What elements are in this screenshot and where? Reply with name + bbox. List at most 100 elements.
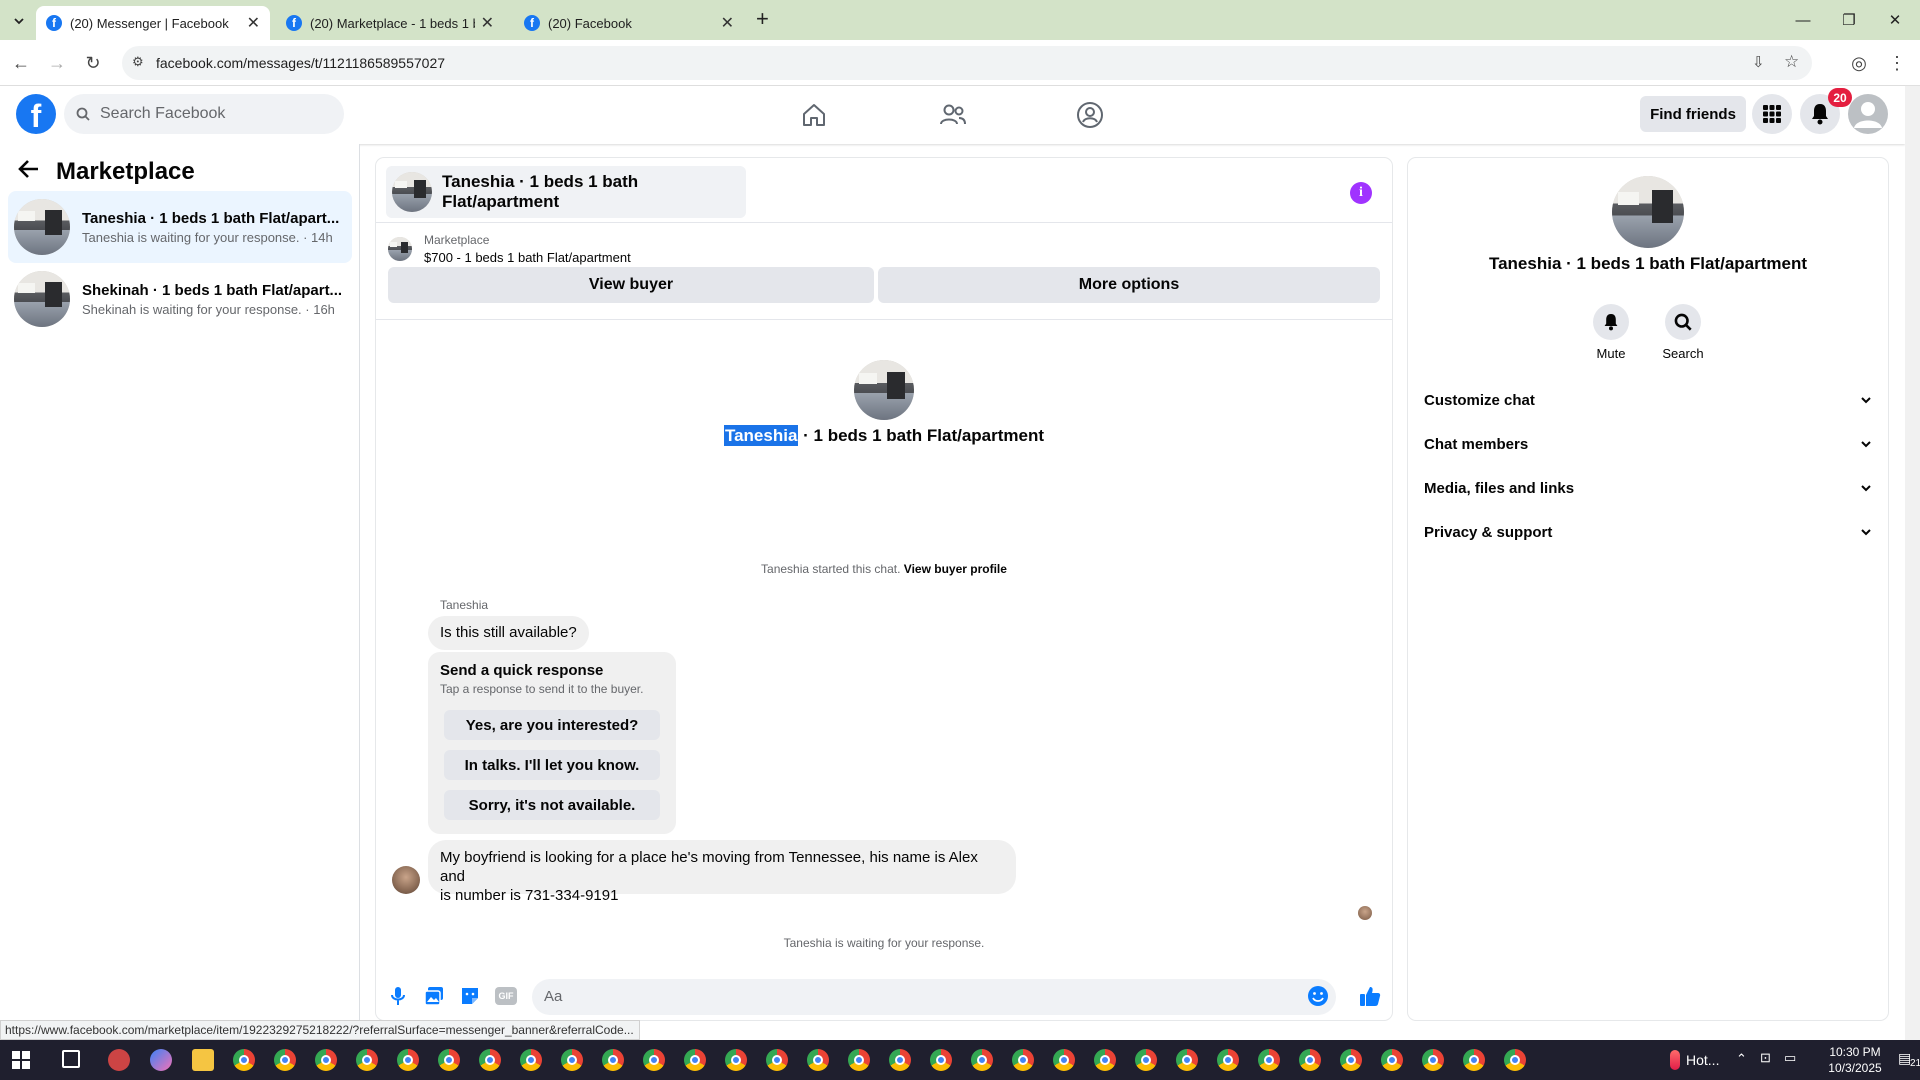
- chrome-taskbar-icon[interactable]: [233, 1049, 255, 1071]
- chrome-taskbar-icon[interactable]: [930, 1049, 952, 1071]
- new-tab-button[interactable]: +: [756, 6, 769, 32]
- menu-grid-button[interactable]: [1752, 94, 1792, 134]
- chrome-taskbar-icon[interactable]: [1381, 1049, 1403, 1071]
- tab-title: (20) Messenger | Facebook: [70, 15, 229, 31]
- quick-response-option[interactable]: Yes, are you interested?: [444, 710, 660, 740]
- chrome-taskbar-icon[interactable]: [1504, 1049, 1526, 1071]
- chat-header[interactable]: Taneshia · 1 beds 1 bath Flat/apartment: [386, 166, 746, 218]
- listing-link[interactable]: $700 - 1 beds 1 bath Flat/apartment: [424, 250, 631, 265]
- mute-action[interactable]: Mute: [1576, 304, 1646, 361]
- chrome-taskbar-icon[interactable]: [1217, 1049, 1239, 1071]
- photo-icon[interactable]: [422, 984, 446, 1008]
- tray-chevron-icon[interactable]: ⌃: [1736, 1051, 1747, 1067]
- chrome-taskbar-icon[interactable]: [1258, 1049, 1280, 1071]
- customize-chat-row[interactable]: Customize chat: [1424, 380, 1872, 420]
- microphone-icon[interactable]: [386, 984, 410, 1008]
- copilot-icon[interactable]: [150, 1049, 172, 1071]
- quick-response-option[interactable]: In talks. I'll let you know.: [444, 750, 660, 780]
- chrome-taskbar-icon[interactable]: [1176, 1049, 1198, 1071]
- facebook-search-input[interactable]: Search Facebook: [64, 94, 344, 134]
- sticker-icon[interactable]: [458, 984, 482, 1008]
- close-tab-icon[interactable]: ✕: [247, 13, 260, 33]
- network-icon[interactable]: ⊡: [1760, 1050, 1771, 1066]
- chrome-taskbar-icon[interactable]: [971, 1049, 993, 1071]
- address-bar[interactable]: ⚙ facebook.com/messages/t/11211865895570…: [122, 46, 1812, 80]
- reload-button[interactable]: ↻: [80, 50, 106, 76]
- emoji-icon[interactable]: [1306, 984, 1330, 1008]
- start-button[interactable]: [12, 1051, 30, 1074]
- media-files-links-row[interactable]: Media, files and links: [1424, 468, 1872, 508]
- chrome-taskbar-icon[interactable]: [807, 1049, 829, 1071]
- chrome-taskbar-icon[interactable]: [274, 1049, 296, 1071]
- browser-tab-facebook[interactable]: f (20) Facebook ✕: [514, 6, 744, 40]
- facebook-logo[interactable]: f: [16, 94, 56, 134]
- more-options-button[interactable]: More options: [878, 267, 1380, 303]
- forward-button[interactable]: →: [44, 50, 70, 76]
- weather-icon[interactable]: [1670, 1050, 1680, 1070]
- tab-search-button[interactable]: [8, 10, 30, 32]
- back-button[interactable]: ←: [8, 50, 34, 76]
- privacy-support-row[interactable]: Privacy & support: [1424, 512, 1872, 552]
- chrome-taskbar-icon[interactable]: [1463, 1049, 1485, 1071]
- close-window-button[interactable]: ✕: [1872, 8, 1918, 32]
- minimize-button[interactable]: —: [1780, 8, 1826, 32]
- account-avatar[interactable]: [1848, 94, 1888, 134]
- thumbs-up-icon[interactable]: [1358, 984, 1382, 1008]
- chrome-taskbar-icon[interactable]: [602, 1049, 624, 1071]
- chrome-taskbar-icon[interactable]: [766, 1049, 788, 1071]
- quick-response-option[interactable]: Sorry, it's not available.: [444, 790, 660, 820]
- chrome-taskbar-icon[interactable]: [438, 1049, 460, 1071]
- clock-date[interactable]: 10/3/2025: [1820, 1061, 1890, 1075]
- page-scrollbar[interactable]: [1905, 86, 1920, 1040]
- chrome-taskbar-icon[interactable]: [1299, 1049, 1321, 1071]
- conversation-item-taneshia[interactable]: Taneshia · 1 beds 1 bath Flat/apart... T…: [8, 191, 352, 263]
- browser-tab-marketplace[interactable]: f (20) Marketplace - 1 beds 1 bat ✕: [276, 6, 504, 40]
- restore-button[interactable]: ❐: [1826, 8, 1872, 32]
- chrome-taskbar-icon[interactable]: [479, 1049, 501, 1071]
- chrome-taskbar-icon[interactable]: [684, 1049, 706, 1071]
- message-input[interactable]: Aa: [532, 979, 1336, 1015]
- sender-name: Taneshia: [440, 598, 489, 612]
- chrome-taskbar-icon[interactable]: [397, 1049, 419, 1071]
- app-icon[interactable]: [108, 1049, 130, 1071]
- chrome-taskbar-icon[interactable]: [1340, 1049, 1362, 1071]
- chrome-taskbar-icon[interactable]: [315, 1049, 337, 1071]
- chrome-taskbar-icon[interactable]: [520, 1049, 542, 1071]
- chat-members-row[interactable]: Chat members: [1424, 424, 1872, 464]
- task-view-icon[interactable]: [62, 1050, 80, 1068]
- chrome-taskbar-icon[interactable]: [643, 1049, 665, 1071]
- volume-icon[interactable]: ▭: [1784, 1050, 1796, 1066]
- close-tab-icon[interactable]: ✕: [481, 13, 494, 33]
- view-buyer-profile-link[interactable]: View buyer profile: [904, 562, 1007, 576]
- chrome-taskbar-icon[interactable]: [1422, 1049, 1444, 1071]
- browser-menu-icon[interactable]: ⋮: [1884, 50, 1910, 76]
- groups-icon[interactable]: [1073, 98, 1107, 132]
- conversation-info-icon[interactable]: i: [1350, 182, 1372, 204]
- weather-text: Hot...: [1686, 1052, 1720, 1068]
- chrome-taskbar-icon[interactable]: [848, 1049, 870, 1071]
- search-action[interactable]: Search: [1648, 304, 1718, 361]
- friends-icon[interactable]: [936, 98, 970, 132]
- clock-time[interactable]: 10:30 PM: [1820, 1045, 1890, 1059]
- bookmark-star-icon[interactable]: ☆: [1784, 52, 1799, 72]
- home-icon[interactable]: [797, 98, 831, 132]
- chrome-taskbar-icon[interactable]: [889, 1049, 911, 1071]
- chrome-taskbar-icon[interactable]: [561, 1049, 583, 1071]
- chrome-taskbar-icon[interactable]: [356, 1049, 378, 1071]
- back-arrow-icon[interactable]: [18, 158, 40, 187]
- browser-tab-messenger[interactable]: f (20) Messenger | Facebook ✕: [36, 6, 270, 40]
- find-friends-button[interactable]: Find friends: [1640, 96, 1746, 132]
- profile-icon[interactable]: ◎: [1846, 50, 1872, 76]
- install-app-icon[interactable]: ⇩: [1752, 53, 1765, 71]
- conversation-item-shekinah[interactable]: Shekinah · 1 beds 1 bath Flat/apart... S…: [8, 263, 352, 335]
- close-tab-icon[interactable]: ✕: [721, 13, 734, 33]
- chrome-taskbar-icon[interactable]: [725, 1049, 747, 1071]
- chrome-taskbar-icon[interactable]: [1094, 1049, 1116, 1071]
- view-buyer-button[interactable]: View buyer: [388, 267, 874, 303]
- chrome-taskbar-icon[interactable]: [1012, 1049, 1034, 1071]
- site-settings-icon[interactable]: ⚙: [132, 54, 144, 70]
- file-explorer-icon[interactable]: [192, 1049, 214, 1071]
- chrome-taskbar-icon[interactable]: [1053, 1049, 1075, 1071]
- gif-icon[interactable]: GIF: [494, 984, 518, 1008]
- chrome-taskbar-icon[interactable]: [1135, 1049, 1157, 1071]
